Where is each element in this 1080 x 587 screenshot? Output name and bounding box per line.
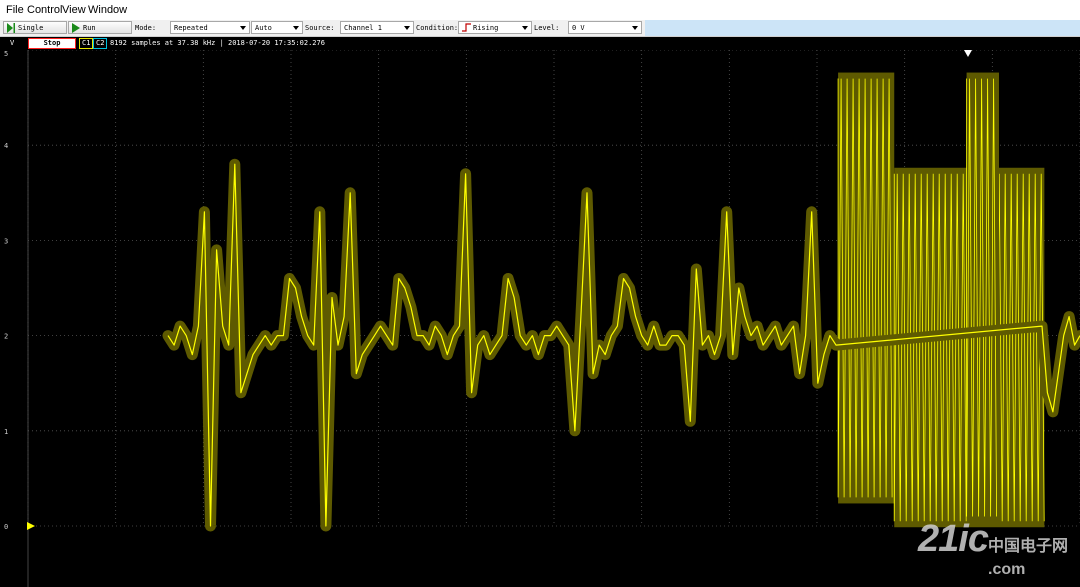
chevron-down-icon <box>240 26 246 30</box>
rising-edge-icon <box>462 23 471 32</box>
y-tick-label: 4 <box>4 142 8 150</box>
menu-view[interactable]: View <box>62 4 86 16</box>
y-tick-label: 0 <box>4 523 8 531</box>
trigger-mode-select[interactable]: Auto <box>251 21 303 34</box>
mode-select[interactable]: Repeated <box>170 21 250 34</box>
run-label: Run <box>83 23 96 32</box>
watermark-logo: 21ic <box>918 518 989 560</box>
single-icon <box>7 22 15 33</box>
toolbar: Single Run Mode: Repeated Auto Source: C… <box>0 20 1080 37</box>
play-icon <box>72 22 80 33</box>
level-value: 0 V <box>572 24 585 32</box>
stop-button[interactable]: Stop <box>28 38 76 49</box>
trigger-mode-value: Auto <box>255 24 272 32</box>
y-tick-label: 1 <box>4 428 8 436</box>
source-value: Channel 1 <box>344 24 382 32</box>
condition-value: Rising <box>473 24 499 32</box>
chevron-down-icon <box>632 26 638 30</box>
source-label: Source: <box>305 24 335 32</box>
run-button[interactable]: Run <box>68 21 132 34</box>
menu-file[interactable]: File <box>6 4 24 16</box>
channel-2-toggle[interactable]: C2 <box>93 38 108 49</box>
trigger-level-marker <box>27 522 35 530</box>
single-label: Single <box>18 23 44 32</box>
unit-label: V <box>10 39 15 47</box>
menu-control[interactable]: Control <box>27 4 62 16</box>
y-tick-label: 5 <box>4 50 8 58</box>
chevron-down-icon <box>522 26 528 30</box>
y-tick-label: 3 <box>4 237 8 245</box>
toolbar-spacer <box>645 20 1080 36</box>
stop-label: Stop <box>43 39 61 47</box>
channel-1-toggle[interactable]: C1 <box>79 38 94 49</box>
waveform-plot[interactable]: 5 4 3 2 1 0 <box>0 50 1080 587</box>
condition-select[interactable]: Rising <box>458 21 532 34</box>
level-label: Level: <box>534 24 560 32</box>
watermark-text: 中国电子网 <box>987 538 1068 555</box>
menu-bar: File Control View Window <box>0 0 1080 20</box>
condition-label: Condition: <box>416 24 459 32</box>
y-tick-label: 2 <box>4 333 8 341</box>
menu-window[interactable]: Window <box>88 4 127 16</box>
trigger-position-marker <box>964 50 972 57</box>
chevron-down-icon <box>293 26 299 30</box>
acquisition-info: 8192 samples at 37.38 kHz | 2018-07-20 1… <box>110 39 325 47</box>
y-axis-ticks: 5 4 3 2 1 0 <box>4 50 8 531</box>
mode-value: Repeated <box>174 24 208 32</box>
status-bar: V Stop C1 C2 8192 samples at 37.38 kHz |… <box>0 37 1080 50</box>
source-select[interactable]: Channel 1 <box>340 21 414 34</box>
mode-label: Mode: <box>135 24 157 32</box>
burst-regions <box>837 72 1045 528</box>
level-input[interactable]: 0 V <box>568 21 642 34</box>
single-button[interactable]: Single <box>3 21 67 34</box>
chevron-down-icon <box>404 26 410 30</box>
watermark-suffix: .com <box>988 561 1026 578</box>
watermark: 21ic中国电子网 .com <box>918 518 1068 579</box>
